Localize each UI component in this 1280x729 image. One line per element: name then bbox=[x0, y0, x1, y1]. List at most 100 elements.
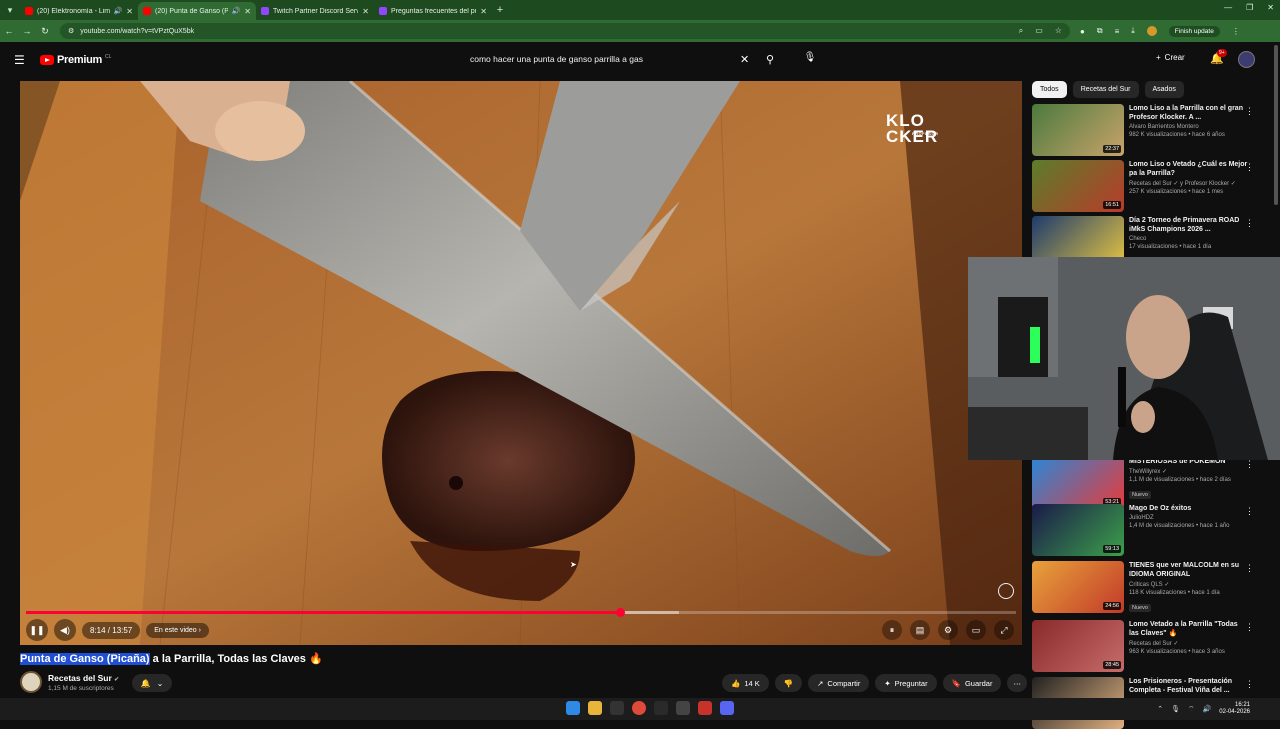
channel-name[interactable]: Recetas del Sur ✔ bbox=[48, 673, 119, 683]
video-thumbnail[interactable]: 53:21 bbox=[1032, 457, 1124, 509]
rec-channel[interactable]: Criticas QLS ✓ bbox=[1129, 581, 1249, 588]
miniplayer-icon[interactable]: ▭ bbox=[966, 620, 986, 640]
rec-channel[interactable]: Checo bbox=[1129, 236, 1249, 242]
recommendation-item[interactable]: 28:45 Lomo Vetado a la Parrilla "Todas la… bbox=[1032, 620, 1268, 672]
close-tab-icon[interactable]: ✕ bbox=[244, 7, 251, 16]
chip-asados[interactable]: Asados bbox=[1144, 81, 1184, 98]
account-avatar[interactable] bbox=[1238, 51, 1255, 68]
reload-icon[interactable]: ↻ bbox=[36, 26, 54, 37]
subtitles-icon[interactable]: ▤ bbox=[910, 620, 930, 640]
zoom-icon[interactable]: ⌕ bbox=[1019, 26, 1023, 36]
rec-channel[interactable]: TheWillyrex ✓ bbox=[1129, 468, 1249, 475]
minimize-icon[interactable]: — bbox=[1224, 3, 1232, 12]
tab-groups-icon[interactable]: ≡ bbox=[1115, 27, 1120, 36]
settings-gear-icon[interactable]: ⚙ bbox=[938, 620, 958, 640]
microphone-icon[interactable]: 🎙 bbox=[800, 52, 820, 68]
more-options-icon[interactable]: ⋮ bbox=[1245, 679, 1254, 690]
speaker-icon[interactable]: 🔊 bbox=[114, 7, 123, 15]
channel-watermark-icon[interactable] bbox=[998, 583, 1014, 599]
video-thumbnail[interactable]: 22:37 bbox=[1032, 104, 1124, 156]
close-tab-icon[interactable]: ✕ bbox=[362, 7, 369, 16]
chrome-menu-icon[interactable]: ⋮ bbox=[1232, 27, 1240, 36]
clock[interactable]: 16:21 02-04-2026 bbox=[1219, 702, 1250, 716]
network-icon[interactable]: ⌔ bbox=[1188, 705, 1195, 714]
video-thumbnail[interactable]: 16:51 bbox=[1032, 160, 1124, 212]
chip-todos[interactable]: Todos bbox=[1032, 81, 1067, 98]
channel-avatar[interactable] bbox=[20, 671, 42, 693]
rec-title[interactable]: Los Prisioneros - Presentación Completa … bbox=[1129, 677, 1249, 695]
discord-icon[interactable] bbox=[720, 701, 734, 715]
site-info-icon[interactable]: ⚙ bbox=[68, 27, 74, 35]
more-options-icon[interactable]: ⋮ bbox=[1245, 106, 1254, 117]
downloads-icon[interactable]: ⤓ bbox=[1131, 26, 1135, 36]
subscription-bell-button[interactable]: 🔔 ⌄ bbox=[132, 674, 172, 692]
more-options-icon[interactable]: ⋮ bbox=[1245, 459, 1254, 470]
browser-tab-1[interactable]: (20) Elektronomía - Limitle 🔊✕ bbox=[20, 2, 138, 20]
close-tab-icon[interactable]: ✕ bbox=[480, 7, 487, 16]
obs-icon[interactable] bbox=[610, 701, 624, 715]
more-options-icon[interactable]: ⋮ bbox=[1245, 506, 1254, 517]
more-options-icon[interactable]: ⋮ bbox=[1245, 218, 1254, 229]
rec-title[interactable]: TIENES que ver MALCOLM en su IDIOMA ORIG… bbox=[1129, 561, 1249, 579]
more-options-icon[interactable]: ⋮ bbox=[1245, 622, 1254, 633]
new-tab-button[interactable]: + bbox=[492, 4, 508, 16]
rec-title[interactable]: Lomo Liso a la Parrilla con el gran Prof… bbox=[1129, 104, 1249, 122]
profile-avatar-icon[interactable] bbox=[1146, 26, 1157, 36]
browser-tab-3[interactable]: Twitch Partner Discord Server ✕ bbox=[256, 2, 374, 20]
create-button[interactable]: + Crear bbox=[1156, 53, 1185, 62]
calculator-icon[interactable] bbox=[676, 701, 690, 715]
cast-icon[interactable]: ▭ bbox=[1035, 26, 1043, 36]
browser-tab-4[interactable]: Preguntas frecuentes del progr✕ bbox=[374, 2, 492, 20]
autoplay-toggle-icon[interactable]: ⏸ bbox=[882, 620, 902, 640]
forward-icon[interactable]: → bbox=[18, 26, 36, 36]
search-input[interactable]: como hacer una punta de ganso parrilla a… bbox=[470, 54, 643, 64]
terminal-icon[interactable] bbox=[654, 701, 668, 715]
video-player[interactable]: KLO CKER PROFESOR ➤ ❚❚ ◀) 8:14 / 13:57 E… bbox=[20, 81, 1022, 645]
like-button[interactable]: 👍 14 K bbox=[722, 674, 769, 692]
share-button[interactable]: ↗ Compartir bbox=[808, 674, 870, 692]
rec-title[interactable]: Mago De Oz éxitos bbox=[1129, 504, 1249, 513]
url-text[interactable]: youtube.com/watch?v=tVPztQuX5bk bbox=[80, 28, 194, 35]
omnibox[interactable]: ⚙ youtube.com/watch?v=tVPztQuX5bk ⌕ ▭ ☆ bbox=[60, 23, 1070, 39]
recommendation-item[interactable]: 22:37 Lomo Liso a la Parrilla con el gran… bbox=[1032, 104, 1268, 156]
ask-button[interactable]: ✦ Preguntar bbox=[875, 674, 937, 692]
scrubber-handle[interactable] bbox=[616, 608, 625, 617]
close-window-icon[interactable]: ✕ bbox=[1267, 3, 1274, 12]
file-explorer-icon[interactable] bbox=[588, 701, 602, 715]
rec-title[interactable]: Lomo Vetado a la Parrilla "Todas las Cla… bbox=[1129, 620, 1249, 638]
chip-recetas-del-sur[interactable]: Recetas del Sur bbox=[1072, 81, 1139, 98]
more-options-icon[interactable]: ⋮ bbox=[1245, 162, 1254, 173]
recommendation-item[interactable]: 16:51 Lomo Liso o Vetado ¿Cuál es Mejor p… bbox=[1032, 160, 1268, 212]
puzzle-icon[interactable]: ⧉ bbox=[1097, 26, 1103, 36]
rec-channel[interactable]: JulioHDZ bbox=[1129, 515, 1249, 521]
volume-icon[interactable]: ◀) bbox=[54, 619, 76, 641]
save-button[interactable]: 🔖 Guardar bbox=[942, 674, 1002, 692]
rec-channel[interactable]: Alvaro Barrientos Montero bbox=[1129, 124, 1249, 130]
video-thumbnail[interactable]: 59:13 bbox=[1032, 504, 1124, 556]
browser-tab-2[interactable]: (20) Punta de Ganso (Picañ 🔊✕ bbox=[138, 2, 256, 20]
tab-search-icon[interactable]: ▾ bbox=[0, 0, 20, 20]
back-icon[interactable]: ← bbox=[0, 26, 18, 36]
search-box[interactable]: como hacer una punta de ganso parrilla a… bbox=[462, 48, 788, 70]
youtube-premium-logo[interactable]: Premium CL bbox=[40, 54, 111, 66]
recommendation-item[interactable]: 53:21 MISTERIOSAS de POKEMON TheWillyrex ✓… bbox=[1032, 457, 1268, 509]
recommendation-item[interactable]: 24:56 TIENES que ver MALCOLM en su IDIOMA… bbox=[1032, 561, 1268, 613]
recording-app-icon[interactable] bbox=[698, 701, 712, 715]
rec-channel[interactable]: Recetas del Sur ✓ bbox=[1129, 640, 1249, 647]
close-tab-icon[interactable]: ✕ bbox=[126, 7, 133, 16]
more-options-icon[interactable]: ⋮ bbox=[1245, 563, 1254, 574]
chrome-icon[interactable] bbox=[632, 701, 646, 715]
progress-bar[interactable] bbox=[26, 608, 1016, 617]
chapter-button[interactable]: En este video › bbox=[146, 622, 209, 638]
recommendation-item[interactable]: 59:13 Mago De Oz éxitos JulioHDZ 1,4 M de v… bbox=[1032, 504, 1268, 556]
bookmark-star-icon[interactable]: ☆ bbox=[1055, 26, 1062, 36]
tray-chevron-icon[interactable]: ⌃ bbox=[1157, 705, 1163, 713]
dislike-button[interactable]: 👎 bbox=[774, 674, 803, 692]
rec-title[interactable]: Día 2 Torneo de Primavera ROAD iMkS Cham… bbox=[1129, 216, 1249, 234]
finish-update-button[interactable]: Finish update bbox=[1168, 25, 1220, 37]
notifications-bell-icon[interactable]: 🔔 9+ bbox=[1210, 49, 1227, 65]
pause-icon[interactable]: ❚❚ bbox=[26, 619, 48, 641]
scrollbar[interactable] bbox=[1274, 45, 1278, 205]
clear-search-icon[interactable]: ✕ bbox=[740, 53, 749, 66]
rec-title[interactable]: Lomo Liso o Vetado ¿Cuál es Mejor pa la … bbox=[1129, 160, 1249, 178]
